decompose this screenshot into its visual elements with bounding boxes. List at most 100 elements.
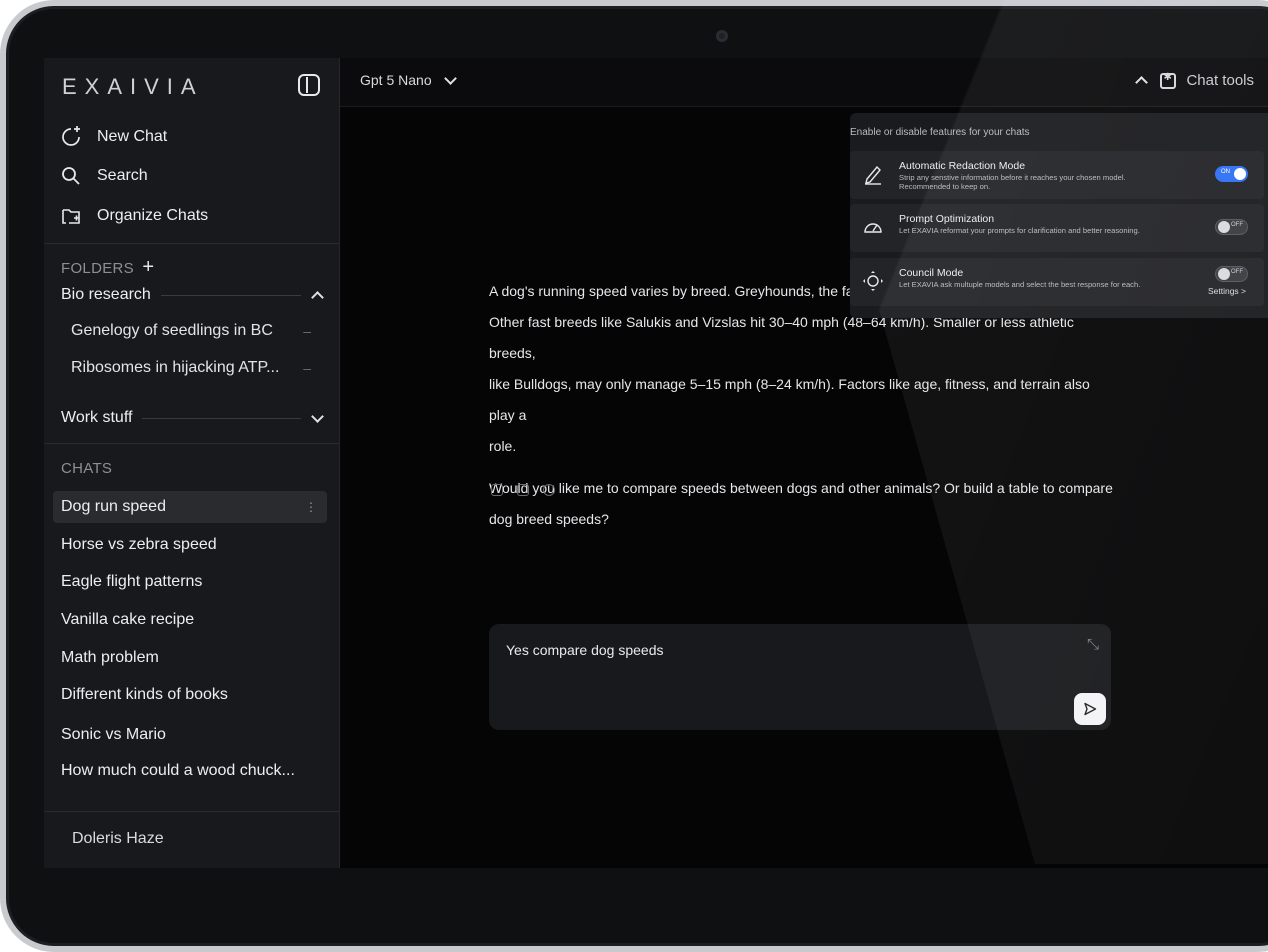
toggle-knob [1234, 168, 1246, 180]
divider [44, 443, 339, 444]
chat-label: Dog run speed [61, 498, 166, 515]
chevron-down-icon [443, 71, 457, 85]
chat-label: Eagle flight patterns [61, 573, 203, 590]
organize-chats-label: Organize Chats [97, 207, 209, 224]
message-paragraph: Would you like me to compare speeds betw… [489, 480, 1113, 527]
chevron-down-icon[interactable] [311, 409, 324, 423]
tool-row-prompt-optimization: Prompt Optimization Let EXAVIA reformat … [850, 204, 1264, 252]
chat-tools-icon [1160, 72, 1177, 89]
folder-name: Work stuff [61, 409, 133, 426]
expand-icon[interactable]: ⤡ [1087, 636, 1099, 653]
composer-input[interactable]: Yes compare dog speeds [506, 642, 663, 658]
chat-label: Different kinds of books [61, 686, 228, 703]
pen-icon [862, 163, 884, 185]
send-icon [1084, 702, 1097, 716]
chat-item[interactable]: Eagle flight patterns [53, 566, 327, 598]
folder-chat-item[interactable]: Genelogy of seedlings in BC – [71, 318, 311, 344]
brand-name: EXAIVIA [62, 74, 204, 99]
message-actions [491, 484, 555, 496]
chat-item[interactable]: Vanilla cake recipe [53, 604, 327, 636]
search-button[interactable]: Search [60, 162, 148, 190]
top-bar: Gpt 5 Nano Chat tools [340, 58, 1268, 107]
toggle-state-label: OFF [1231, 269, 1243, 275]
folder-chat-item[interactable]: Ribosomes in hijacking ATP... – [71, 355, 311, 381]
app-screen: EXAIVIA New Chat Search Organize Chats F… [44, 58, 1268, 868]
toggle-knob [1218, 268, 1230, 280]
chat-label: Math problem [61, 649, 159, 666]
folders-header: FOLDERS + [61, 256, 154, 279]
user-profile-name[interactable]: Doleris Haze [72, 830, 164, 848]
council-mode-toggle[interactable]: OFF [1215, 266, 1248, 282]
folder-chat-label: Genelogy of seedlings in BC [71, 322, 273, 339]
message-composer[interactable]: Yes compare dog speeds ⤡ [489, 624, 1111, 730]
remove-icon[interactable]: – [303, 360, 311, 376]
prompt-optimization-toggle[interactable]: OFF [1215, 219, 1248, 235]
chat-label: How much could a wood chuck... [61, 762, 295, 779]
toggle-state-label: OFF [1231, 222, 1243, 228]
chevron-up-icon [1135, 76, 1149, 89]
tool-title: Automatic Redaction Mode [899, 160, 1026, 172]
folder-bio-research[interactable]: Bio research [61, 283, 324, 307]
organize-chats-icon [60, 205, 82, 227]
message-line: like Bulldogs, may only manage 5–15 mph … [489, 376, 1090, 423]
folder-name: Bio research [61, 286, 151, 303]
chat-label: Sonic vs Mario [61, 726, 166, 743]
chat-item[interactable]: Sonic vs Mario [53, 719, 327, 751]
redaction-toggle[interactable]: ON [1215, 166, 1248, 182]
chat-label: Horse vs zebra speed [61, 536, 217, 553]
model-name: Gpt 5 Nano [360, 72, 432, 88]
new-chat-label: New Chat [97, 128, 168, 145]
folder-divider-line [142, 417, 301, 419]
folder-divider-line [160, 294, 301, 296]
regenerate-icon[interactable] [543, 484, 555, 496]
new-chat-icon [60, 126, 82, 148]
brand-logo: EXAIVIA [62, 72, 204, 102]
share-icon[interactable] [491, 484, 503, 496]
speedometer-icon [862, 216, 884, 238]
folder-work-stuff[interactable]: Work stuff [61, 406, 324, 430]
copy-icon[interactable] [517, 484, 529, 496]
message-line: role. [489, 438, 517, 454]
chats-header: CHATS [61, 460, 113, 477]
more-options-icon[interactable]: ⋮ [305, 500, 317, 514]
chat-label: Vanilla cake recipe [61, 611, 195, 628]
council-settings-link[interactable]: Settings > [1208, 286, 1246, 296]
sidebar: EXAIVIA New Chat Search Organize Chats F… [44, 58, 340, 868]
search-icon [60, 165, 82, 187]
chat-item[interactable]: How much could a wood chuck... [53, 755, 327, 787]
tool-description: Let EXAVIA ask multuple models and selec… [899, 280, 1141, 289]
tool-description: Strip any senstive information before it… [899, 173, 1126, 191]
tool-description: Let EXAVIA reformat your prompts for cla… [899, 226, 1140, 235]
send-button[interactable] [1074, 693, 1106, 725]
folders-label: FOLDERS [61, 260, 134, 277]
new-chat-button[interactable]: New Chat [60, 123, 167, 151]
tool-row-redaction: Automatic Redaction Mode Strip any senst… [850, 151, 1264, 199]
tools-panel-heading: Enable or disable features for your chat… [850, 127, 1030, 138]
divider [44, 811, 339, 812]
organize-chats-button[interactable]: Organize Chats [60, 202, 208, 230]
chat-tools-button[interactable]: Chat tools [1135, 72, 1254, 89]
message-line: Other fast breeds like Salukis and Vizsl… [489, 314, 1074, 361]
model-selector[interactable]: Gpt 5 Nano [360, 71, 457, 88]
chat-item[interactable]: Horse vs zebra speed [53, 529, 327, 561]
chat-item-active[interactable]: Dog run speed ⋮ [53, 491, 327, 523]
sidebar-toggle-icon[interactable] [298, 74, 320, 96]
divider [44, 243, 339, 244]
chevron-up-icon[interactable] [311, 290, 324, 304]
camera-icon [716, 30, 728, 42]
tool-title: Council Mode [899, 267, 964, 279]
remove-icon[interactable]: – [303, 323, 311, 339]
add-folder-icon[interactable]: + [142, 256, 154, 278]
folder-chat-label: Ribosomes in hijacking ATP... [71, 359, 280, 376]
chat-item[interactable]: Math problem [53, 642, 327, 674]
tool-title: Prompt Optimization [899, 213, 995, 225]
chat-tools-label: Chat tools [1186, 72, 1254, 89]
chat-item[interactable]: Different kinds of books [53, 679, 327, 711]
message-line: A dog's running speed varies by breed. G… [489, 283, 854, 299]
search-label: Search [97, 167, 148, 184]
council-icon [862, 270, 884, 292]
chat-tools-panel: Enable or disable features for your chat… [850, 113, 1268, 318]
toggle-state-label: ON [1221, 169, 1230, 175]
toggle-knob [1218, 221, 1230, 233]
tool-row-council-mode: Council Mode Let EXAVIA ask multuple mod… [850, 258, 1264, 306]
